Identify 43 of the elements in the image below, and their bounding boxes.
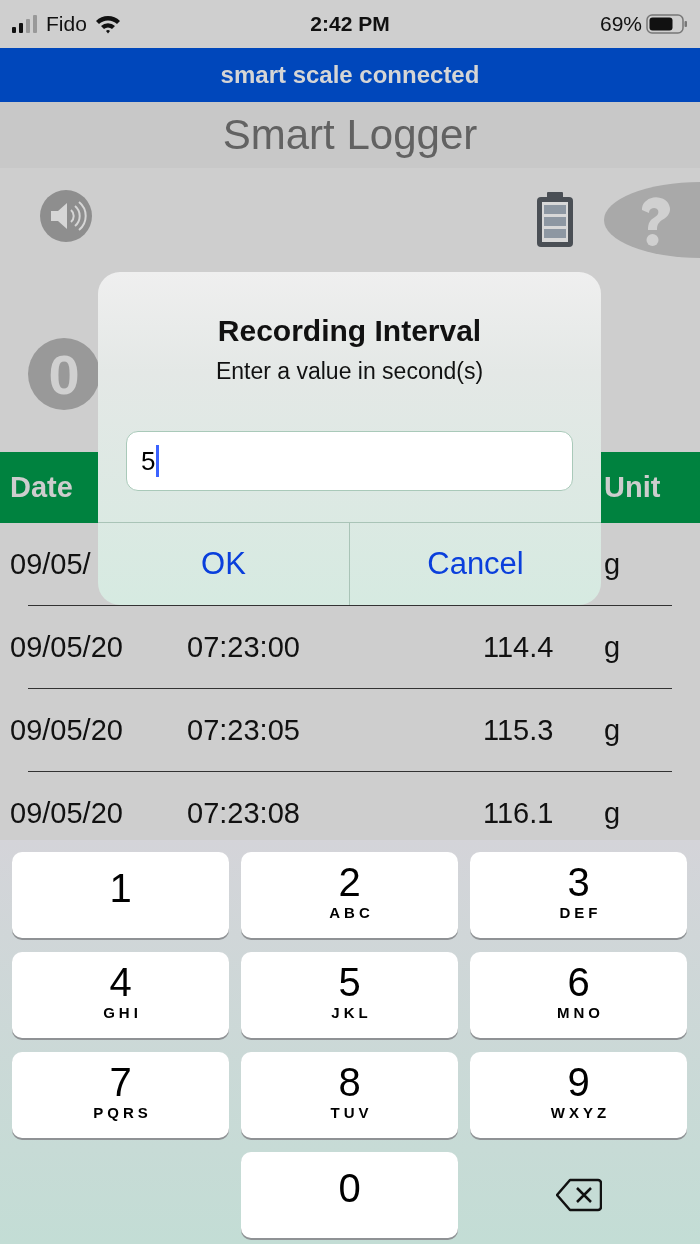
battery-percent: 69% — [599, 12, 642, 36]
table-cell: g — [604, 630, 621, 664]
keypad-key[interactable]: 3 DEF — [470, 852, 687, 938]
keypad-key[interactable]: 1 — [12, 852, 229, 938]
column-header: Date — [10, 471, 73, 504]
carrier-name: Fido — [46, 12, 87, 36]
speaker-icon[interactable] — [40, 190, 92, 242]
table-cell: g — [604, 547, 621, 581]
column-header: Unit — [604, 471, 661, 504]
dialog-message: Enter a value in second(s) — [214, 358, 485, 385]
app-title: Smart Logger — [0, 102, 700, 168]
clock-time: 2:42 PM — [310, 12, 390, 36]
keypad-key[interactable]: 9 WXYZ — [470, 1052, 687, 1138]
table-cell: 114.4 — [483, 630, 554, 664]
keypad-key[interactable]: 4 GHI — [12, 952, 229, 1038]
table-cell: 07:23:08 — [187, 796, 300, 830]
dialog-button[interactable]: OK — [98, 523, 349, 605]
keypad-key[interactable]: 2 ABC — [241, 852, 458, 938]
keypad-key[interactable]: 8 TUV — [241, 1052, 458, 1138]
keypad-key[interactable]: 6 MNO — [470, 952, 687, 1038]
battery-icon — [646, 14, 688, 34]
table-cell: 09/05/20 — [10, 713, 123, 747]
help-icon[interactable] — [604, 180, 700, 260]
keypad-key[interactable]: 7 PQRS — [12, 1052, 229, 1138]
backspace-icon[interactable] — [555, 1178, 602, 1212]
keypad-key[interactable]: 5 JKL — [241, 952, 458, 1038]
table-cell: 09/05/ — [10, 547, 91, 581]
table-cell: 116.1 — [483, 796, 554, 830]
table-cell: 07:23:00 — [187, 630, 300, 664]
connection-banner: smart scale connected — [0, 48, 700, 102]
input-field[interactable]: 5 — [126, 431, 573, 491]
table-cell: 09/05/20 — [10, 796, 123, 830]
dialog-title: Recording Interval — [216, 314, 483, 348]
battery-level-icon — [535, 192, 575, 248]
wifi-icon — [94, 14, 121, 34]
signal-icon — [12, 15, 38, 33]
table-cell: 07:23:05 — [187, 713, 300, 747]
table-cell: 09/05/20 — [10, 630, 123, 664]
dialog-button[interactable]: Cancel — [349, 523, 601, 605]
table-cell: g — [604, 713, 621, 747]
table-cell: g — [604, 796, 621, 830]
keypad-key[interactable]: 0 — [241, 1152, 458, 1238]
table-cell: 115.3 — [483, 713, 554, 747]
